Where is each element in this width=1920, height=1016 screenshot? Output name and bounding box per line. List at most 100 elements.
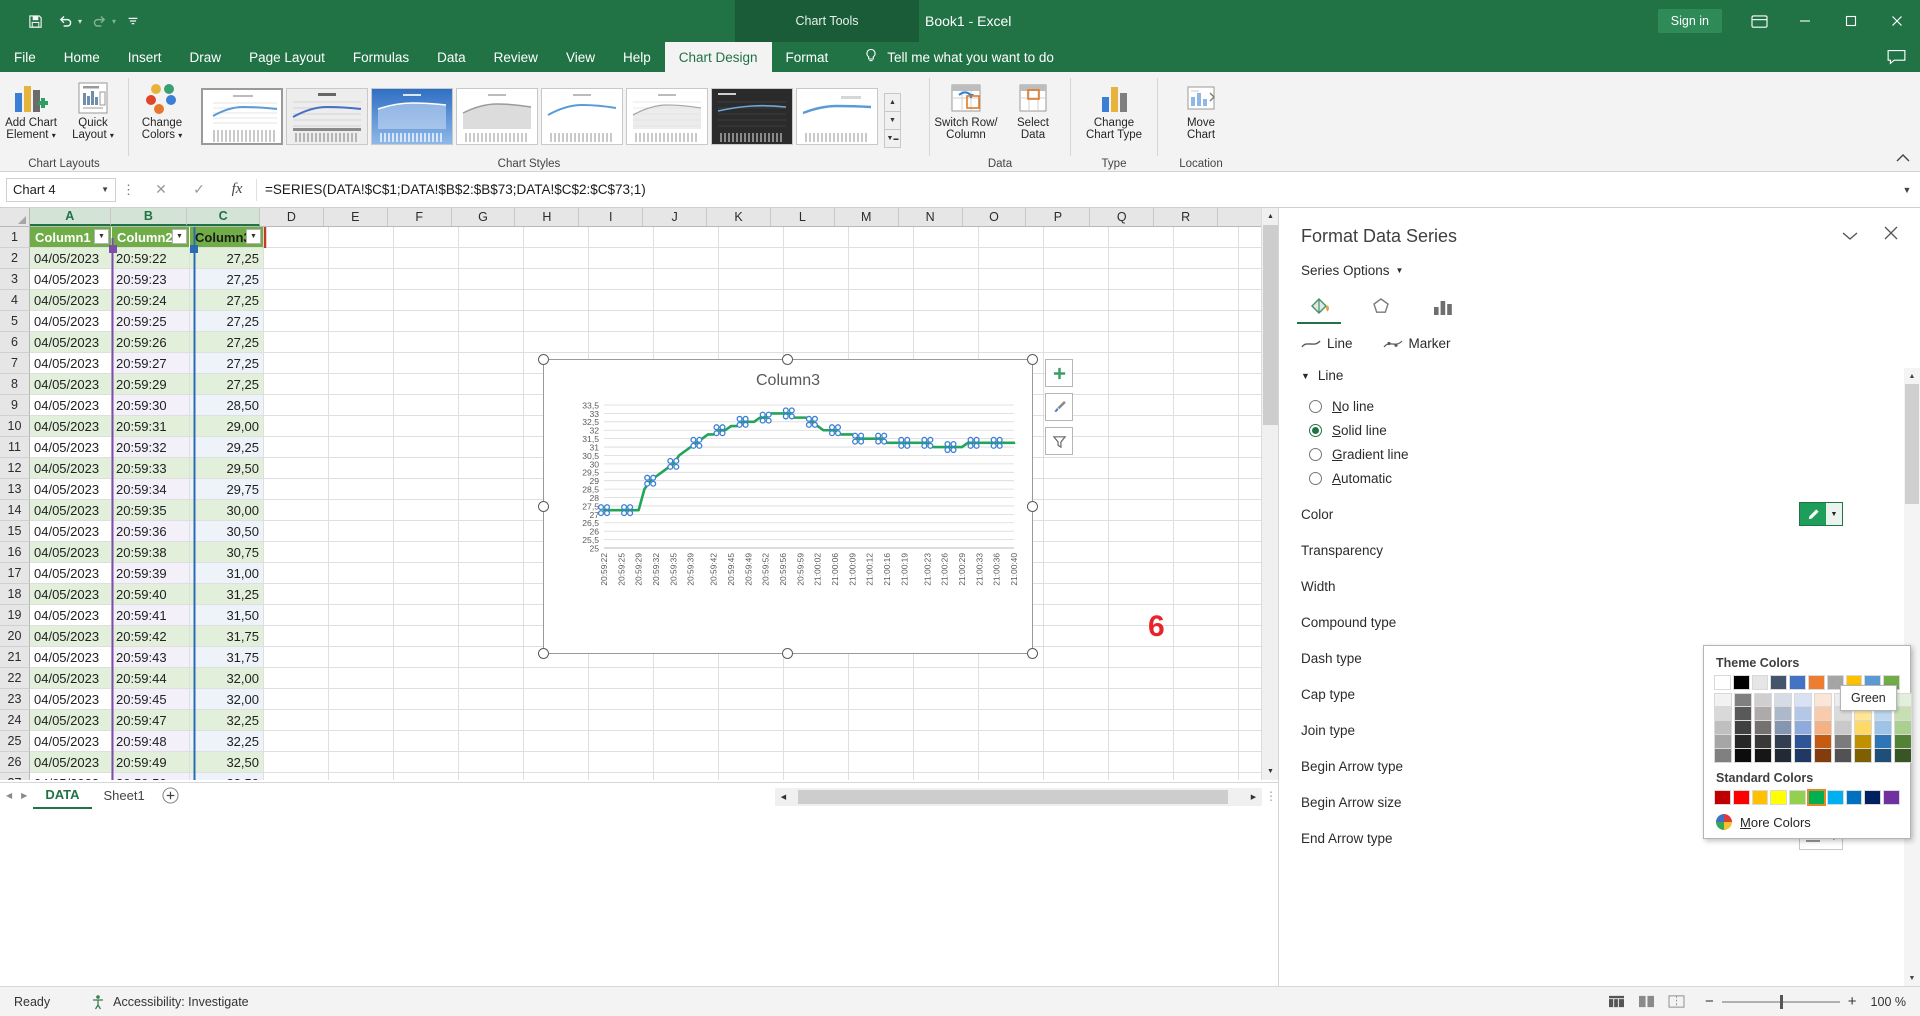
cell-empty[interactable] — [264, 479, 329, 500]
cell-C24[interactable]: 32,25 — [190, 710, 264, 731]
cell-empty[interactable] — [1109, 416, 1174, 437]
cell-empty[interactable] — [394, 731, 459, 752]
cell-empty[interactable] — [784, 668, 849, 689]
standard-color-9[interactable] — [1883, 790, 1900, 805]
expand-formula-bar-icon[interactable]: ▼ — [1894, 185, 1920, 195]
theme-tint-8-2[interactable] — [1874, 721, 1892, 735]
cell-B8[interactable]: 20:59:29 — [112, 374, 190, 395]
zoom-out-button[interactable]: − — [1705, 993, 1714, 1010]
chart-style-1[interactable] — [201, 88, 283, 145]
cell-empty[interactable] — [784, 773, 849, 780]
row-header-19[interactable]: 19 — [0, 605, 30, 626]
close-button[interactable] — [1874, 0, 1920, 42]
tab-data[interactable]: Data — [423, 42, 480, 72]
grid-vertical-scrollbar[interactable]: ▲ ▼ — [1261, 208, 1278, 780]
cell-empty[interactable] — [329, 290, 394, 311]
chart-handle-ne[interactable] — [1027, 354, 1038, 365]
theme-tint-3-3[interactable] — [1774, 735, 1792, 749]
cell-empty[interactable] — [524, 752, 589, 773]
chart-style-7[interactable] — [711, 88, 793, 145]
cell-empty[interactable] — [459, 542, 524, 563]
cell-empty[interactable] — [589, 710, 654, 731]
cell-B17[interactable]: 20:59:39 — [112, 563, 190, 584]
tab-help[interactable]: Help — [609, 42, 665, 72]
cell-empty[interactable] — [329, 269, 394, 290]
cell-empty[interactable] — [914, 290, 979, 311]
cell-empty[interactable] — [1174, 752, 1239, 773]
cell-empty[interactable] — [784, 752, 849, 773]
chart-elements-plus-icon[interactable] — [1045, 359, 1073, 387]
cell-empty[interactable] — [849, 290, 914, 311]
cell-A4[interactable]: 04/05/2023 — [30, 290, 112, 311]
theme-tint-0-3[interactable] — [1714, 735, 1732, 749]
vertical-scroll-thumb[interactable] — [1263, 225, 1278, 425]
chart-title[interactable]: Column3 — [544, 372, 1032, 390]
theme-tint-8-3[interactable] — [1874, 735, 1892, 749]
cell-A27[interactable]: 04/05/2023 — [30, 773, 112, 780]
cell-C6[interactable]: 27,25 — [190, 332, 264, 353]
cell-B16[interactable]: 20:59:38 — [112, 542, 190, 563]
filter-dropdown-3[interactable]: ▼ — [246, 229, 261, 244]
cell-empty[interactable] — [849, 227, 914, 248]
cell-B20[interactable]: 20:59:42 — [112, 626, 190, 647]
theme-tint-3-4[interactable] — [1774, 749, 1792, 763]
cell-empty[interactable] — [329, 416, 394, 437]
hscroll-right-icon[interactable]: ▶ — [1245, 789, 1262, 806]
column-header-C[interactable]: C — [187, 208, 260, 226]
cell-C11[interactable]: 29,25 — [190, 437, 264, 458]
cell-empty[interactable] — [394, 626, 459, 647]
formula-input[interactable]: =SERIES(DATA!$C$1;DATA!$B$2:$B$73;DATA!$… — [256, 179, 1894, 201]
chart-style-6[interactable] — [626, 88, 708, 145]
cell-empty[interactable] — [1044, 521, 1109, 542]
filter-dropdown-2[interactable]: ▼ — [172, 229, 187, 244]
subtab-marker[interactable]: Marker — [1383, 336, 1451, 351]
cell-empty[interactable] — [719, 311, 784, 332]
tell-me-search[interactable]: Tell me what you want to do — [842, 42, 1054, 72]
cell-empty[interactable] — [524, 290, 589, 311]
cell-empty[interactable] — [264, 332, 329, 353]
cell-empty[interactable] — [1044, 626, 1109, 647]
row-header-2[interactable]: 2 — [0, 248, 30, 269]
column-header-R[interactable]: R — [1154, 208, 1218, 226]
cell-empty[interactable] — [264, 521, 329, 542]
cell-empty[interactable] — [654, 731, 719, 752]
cell-B5[interactable]: 20:59:25 — [112, 311, 190, 332]
cell-empty[interactable] — [329, 227, 394, 248]
cell-empty[interactable] — [1174, 500, 1239, 521]
cell-empty[interactable] — [394, 374, 459, 395]
normal-view-icon[interactable] — [1601, 990, 1631, 1014]
cell-empty[interactable] — [459, 311, 524, 332]
section-header-line[interactable]: ▼ Line — [1301, 368, 1343, 383]
chart-object[interactable]: Column3 33,53332,53231,53130,53029,52928… — [543, 359, 1033, 654]
cell-empty[interactable] — [459, 710, 524, 731]
radio-gradient-line[interactable]: Gradient line — [1309, 442, 1409, 466]
cell-empty[interactable] — [329, 626, 394, 647]
cell-B2[interactable]: 20:59:22 — [112, 248, 190, 269]
chart-handle-nw[interactable] — [538, 354, 549, 365]
radio-no-line[interactable]: No line — [1309, 394, 1409, 418]
table-row[interactable]: 04/05/202320:59:4832,25 — [30, 731, 1282, 752]
cell-empty[interactable] — [784, 269, 849, 290]
cell-A22[interactable]: 04/05/2023 — [30, 668, 112, 689]
column-header-H[interactable]: H — [515, 208, 579, 226]
cell-empty[interactable] — [1174, 437, 1239, 458]
row-header-20[interactable]: 20 — [0, 626, 30, 647]
cell-B3[interactable]: 20:59:23 — [112, 269, 190, 290]
cell-empty[interactable] — [394, 311, 459, 332]
theme-tint-1-3[interactable] — [1734, 735, 1752, 749]
cell-empty[interactable] — [1109, 332, 1174, 353]
theme-color-2[interactable] — [1752, 675, 1769, 690]
cell-empty[interactable] — [1109, 479, 1174, 500]
cell-empty[interactable] — [459, 773, 524, 780]
cell-C8[interactable]: 27,25 — [190, 374, 264, 395]
cell-empty[interactable] — [394, 458, 459, 479]
cell-empty[interactable] — [1109, 731, 1174, 752]
cell-empty[interactable] — [979, 668, 1044, 689]
cell-empty[interactable] — [1174, 332, 1239, 353]
more-colors-button[interactable]: More Colors — [1714, 812, 1900, 832]
gallery-scroll-down-icon[interactable]: ▼ — [884, 111, 901, 130]
select-data-button[interactable]: SelectData — [1002, 77, 1064, 145]
cell-empty[interactable] — [1174, 626, 1239, 647]
cell-empty[interactable] — [784, 311, 849, 332]
cell-A15[interactable]: 04/05/2023 — [30, 521, 112, 542]
